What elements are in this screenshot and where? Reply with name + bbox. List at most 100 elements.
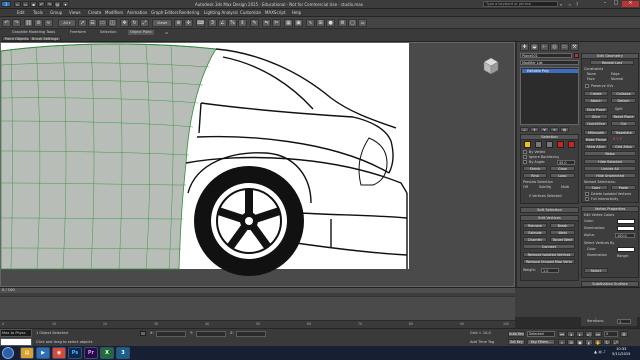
angle-snap-icon[interactable]: ∠ — [218, 19, 227, 27]
start-button-icon[interactable] — [2, 347, 14, 359]
cut-button[interactable]: Cut — [611, 121, 636, 126]
tessellate-button[interactable]: Tessellate — [611, 130, 636, 135]
dropdown-icon[interactable]: ▾ — [62, 1, 69, 7]
percent-snap-icon[interactable]: % — [228, 19, 237, 27]
time-slider[interactable] — [0, 288, 515, 293]
shrink-button[interactable]: Shrink — [523, 166, 547, 171]
ignore-backfacing-checkbox[interactable] — [523, 155, 527, 159]
binoculars-icon[interactable]: ⌕ — [560, 2, 562, 7]
tab-graphite-modeling[interactable]: Graphite Modeling Tools — [10, 30, 57, 35]
maximize-button[interactable]: □ — [611, 1, 621, 7]
vertex-color-swatch[interactable] — [617, 219, 635, 224]
show-end-result-icon[interactable]: Ⅱ — [530, 127, 539, 132]
go-to-end-icon[interactable]: ⏭ — [594, 331, 602, 337]
menu-help[interactable]: Help — [289, 10, 304, 16]
menu-tools[interactable]: Tools — [30, 10, 46, 16]
weld-button[interactable]: Weld — [550, 230, 575, 235]
layer-manager-icon[interactable]: ▦ — [284, 19, 293, 27]
loop-button[interactable]: Loop — [550, 173, 575, 178]
split-checkbox[interactable]: Split — [615, 107, 623, 111]
rect-selection-icon[interactable]: ▭ — [98, 19, 107, 27]
hide-selected-button[interactable]: Hide Selected — [584, 159, 636, 164]
zoom-all-icon[interactable]: ⊞ — [567, 339, 575, 345]
grow-button[interactable]: Grow — [550, 166, 575, 171]
hide-unselected-button[interactable]: Hide Unselected — [584, 173, 636, 178]
menu-animation[interactable]: Animation — [124, 10, 150, 16]
menu-views[interactable]: Views — [66, 10, 84, 16]
schematic-view-icon[interactable]: ⊞ — [316, 19, 325, 27]
collapse-button[interactable]: Collapse — [611, 91, 636, 96]
pan-icon[interactable]: ✋ — [594, 339, 602, 345]
constraint-none-radio[interactable]: None — [587, 72, 596, 76]
selected-dropdown[interactable]: Selected — [527, 331, 555, 337]
extrude-button[interactable]: Extrude — [523, 230, 547, 235]
connect-button[interactable]: Connect — [523, 244, 575, 249]
select-button[interactable]: Select — [584, 268, 608, 273]
create-panel-tab[interactable]: ✚ — [520, 43, 529, 51]
constraint-face-radio[interactable]: Face — [587, 77, 595, 81]
mirror-icon[interactable]: ⇋ — [262, 19, 271, 27]
close-button[interactable]: × — [622, 1, 639, 7]
remove-unused-map-button[interactable]: Remove Unused Map Verts — [523, 259, 575, 264]
make-unique-icon[interactable]: ∀ — [540, 127, 549, 132]
system-clock[interactable]: 10:33 5/11/2015 — [612, 347, 630, 357]
open-file-icon[interactable]: ▭ — [22, 1, 29, 7]
scale-icon[interactable]: ⤢ — [140, 19, 149, 27]
rendered-frame-icon[interactable]: ▢ — [348, 19, 357, 27]
photoshop-icon[interactable]: Ps — [68, 347, 82, 359]
remove-modifier-icon[interactable]: ✕ — [550, 127, 559, 132]
stack-item-editable-poly[interactable]: Editable Poly — [522, 69, 578, 73]
orbit-icon[interactable]: ↻ — [603, 339, 611, 345]
break-button[interactable]: Break — [550, 223, 575, 228]
reference-coord-dropdown[interactable]: View▾ — [152, 19, 172, 27]
modifier-stack[interactable]: Editable Poly — [520, 67, 579, 125]
attach-button[interactable]: Attach — [584, 98, 608, 103]
msmooth-button[interactable]: MSmooth — [584, 130, 608, 135]
modify-panel-tab[interactable]: ◒ — [530, 43, 539, 51]
maxscript-listener[interactable]: Max to Physc — [0, 329, 32, 337]
current-frame-field[interactable]: 0 — [604, 331, 618, 337]
weight-field[interactable]: 1.0 — [541, 268, 559, 273]
edit-geometry-header[interactable]: Edit Geometry — [582, 54, 638, 59]
y-coord-field[interactable] — [196, 331, 226, 337]
xyz-planar-icons[interactable]: X Y Z — [613, 137, 622, 141]
preview-subobj-radio[interactable]: SubObj — [539, 185, 551, 189]
time-config-icon[interactable]: ⚙ — [620, 331, 628, 337]
paste-button[interactable]: Paste — [611, 185, 636, 190]
soft-selection-header[interactable]: Soft Selection — [521, 208, 578, 213]
auto-key-button[interactable]: Auto Key — [508, 331, 525, 337]
select-manipulate-icon[interactable]: ✣ — [184, 19, 193, 27]
selection-filter-dropdown[interactable]: All ▾ — [58, 19, 76, 27]
maxscript-input[interactable] — [0, 338, 32, 346]
edit-vertices-header[interactable]: Edit Vertices — [521, 216, 578, 221]
modifier-list-dropdown[interactable]: Modifier List — [520, 60, 579, 65]
tray-icons[interactable]: ▲ ◍ ♪ — [594, 349, 606, 354]
tab-selection[interactable]: Selection — [98, 30, 119, 35]
minimize-button[interactable]: – — [600, 1, 610, 7]
constraint-normal-radio[interactable]: Normal — [611, 77, 623, 81]
copy-button[interactable]: Copy — [584, 185, 608, 190]
star-icon[interactable]: ☆ — [568, 2, 572, 7]
move-icon[interactable]: ✥ — [120, 19, 129, 27]
menu-group[interactable]: Group — [47, 10, 65, 16]
next-frame-icon[interactable]: ▸| — [585, 331, 593, 337]
field-of-view-icon[interactable]: ◭ — [585, 339, 593, 345]
curve-editor-icon[interactable]: ∿ — [306, 19, 315, 27]
excel-icon[interactable]: X — [100, 347, 114, 359]
display-panel-tab[interactable]: ▭ — [560, 43, 569, 51]
chamfer-button[interactable]: Chamfer — [523, 237, 547, 242]
project-folder-icon[interactable]: ▤ — [54, 1, 61, 7]
key-filters-button[interactable]: Key Filters... — [527, 339, 555, 345]
rotate-icon[interactable]: ↻ — [130, 19, 139, 27]
motion-panel-tab[interactable]: ◎ — [550, 43, 559, 51]
menu-rendering[interactable]: Rendering — [176, 10, 202, 16]
create-button[interactable]: Create — [584, 91, 608, 96]
target-weld-button[interactable]: Target Weld — [550, 237, 575, 242]
select-by-illumination-radio[interactable]: Illumination — [587, 253, 607, 257]
chrome-icon[interactable]: ◉ — [52, 347, 66, 359]
app-logo-icon[interactable]: 3 — [1, 1, 11, 7]
keyboard-shortcut-icon[interactable]: ⌨ — [196, 19, 205, 27]
ribbon-minimize-icon[interactable]: ▭ — [165, 31, 168, 35]
remove-button[interactable]: Remove — [523, 223, 547, 228]
select-by-name-icon[interactable]: ☰ — [88, 19, 97, 27]
